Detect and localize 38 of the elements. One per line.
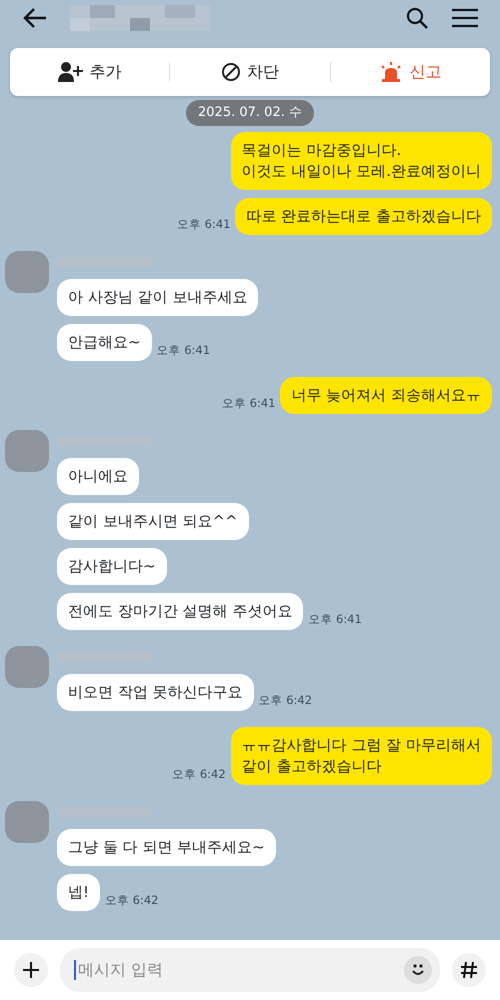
add-button[interactable]	[14, 953, 48, 987]
message-bubble: 목걸이는 마감중입니다. 이것도 내일이나 모레.완료예정이니	[230, 132, 492, 190]
message-bubble: 안급해요~	[57, 324, 152, 360]
menu-button[interactable]	[452, 8, 478, 28]
message-time: 오후 6:41	[308, 611, 362, 628]
add-friend-button[interactable]: 추가	[10, 59, 170, 85]
smiley-icon	[410, 963, 426, 977]
message-bubble: 따로 완료하는대로 출고하겠습니다	[235, 198, 492, 234]
message-bubble: 전에도 장마기간 설명해 주셧어요	[57, 592, 304, 630]
message-bubble: 감사합니다~	[57, 548, 167, 584]
hash-icon	[460, 961, 478, 979]
add-friend-icon	[58, 61, 84, 83]
message-time: 오후 6:41	[222, 395, 276, 412]
message-time: 오후 6:42	[258, 692, 312, 710]
report-button[interactable]: 신고	[330, 59, 490, 85]
message-bubble: 너무 늦어져서 죄송해서요ㅠ	[280, 376, 492, 414]
message-field[interactable]: 메시지 입력	[60, 948, 440, 992]
text-cursor	[74, 960, 76, 980]
message-time: 오후 6:42	[172, 766, 226, 784]
message-bubble: 아니에요	[57, 458, 139, 494]
message-time: 오후 6:42	[105, 892, 158, 910]
message-bubble: ㅠㅠ감사합니다 그럼 잘 마무리해서 같이 출고하겠습니다	[230, 726, 492, 784]
message-bubble: 같이 보내주시면 되요^^	[57, 502, 249, 540]
message-bubble: 비오면 작업 못하신다구요	[57, 674, 254, 710]
message-time: 오후 6:41	[156, 342, 210, 360]
back-button[interactable]	[22, 7, 48, 29]
message-time: 오후 6:41	[176, 216, 230, 234]
hashtag-button[interactable]	[452, 953, 486, 987]
block-icon	[220, 62, 241, 82]
block-button[interactable]: 차단	[170, 59, 330, 85]
emoji-button[interactable]	[404, 956, 432, 984]
message-bubble: 아 사장님 같이 보내주세요	[57, 278, 258, 316]
search-button[interactable]	[406, 7, 428, 29]
message-bubble: 넵!	[57, 874, 100, 910]
plus-icon	[22, 961, 40, 979]
message-bubble: 그냥 둘 다 되면 부내주세요~	[57, 828, 276, 866]
siren-icon	[379, 62, 404, 82]
date-badge: 2025. 07. 02. 수	[186, 100, 314, 126]
